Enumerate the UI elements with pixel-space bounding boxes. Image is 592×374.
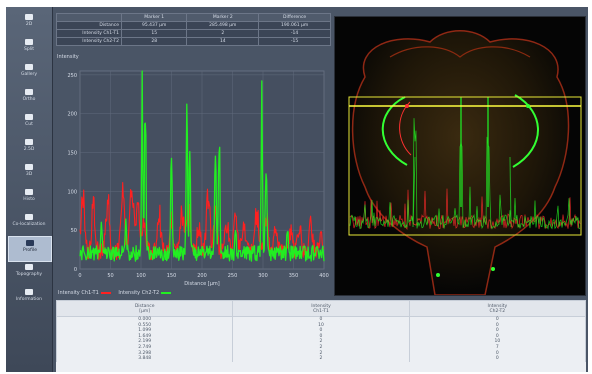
- sidebar-item-ortho[interactable]: Ortho: [8, 86, 50, 110]
- marker-table-cell: 285.498 µm: [186, 21, 260, 30]
- marker-table-row: Distance 95.437 µm 285.498 µm 190.061 µm: [56, 21, 331, 30]
- sidebar-item-label: Split: [24, 47, 34, 52]
- sidebar-item-3d[interactable]: 3D: [8, 161, 50, 185]
- sidebar-item-information[interactable]: Information: [8, 286, 50, 310]
- column-header[interactable]: Intensity Ch2-T2: [408, 300, 586, 317]
- sidebar-item-label: Information: [15, 297, 43, 302]
- marker-table-cell: 14: [186, 37, 260, 46]
- marker-table-cell: 28: [120, 37, 188, 46]
- x-tick-label: 50: [107, 273, 113, 279]
- y-tick-label: 250: [67, 73, 77, 79]
- sidebar-item-histo[interactable]: Histo: [8, 186, 50, 210]
- sidebar-item-profile[interactable]: Profile: [8, 236, 52, 262]
- chart-legend: Intensity Ch1-T1 Intensity Ch2-T2: [58, 290, 177, 296]
- marker-table-cell: -15: [258, 37, 331, 46]
- histogram-icon: [25, 189, 33, 195]
- sidebar-item-co-localization[interactable]: Co-localization: [8, 211, 50, 235]
- data-table-header: Distance [µm] Intensity Ch1-T1 Intensity Ch2-…: [56, 300, 586, 317]
- profile-data-table[interactable]: Distance [µm] Intensity Ch1-T1 Intensity Ch2-…: [56, 300, 586, 372]
- view-sidebar: 2D Split Gallery Ortho Cut 2.5D 3D Histo Co-loca…: [6, 7, 53, 372]
- x-tick-label: 250: [228, 273, 238, 279]
- marker-table-cell: 2: [186, 29, 260, 38]
- marker-table-cell: Marker 2: [186, 13, 260, 22]
- y-tick-label: 50: [71, 228, 77, 234]
- y-tick-label: 200: [67, 112, 77, 118]
- sidebar-item-gallery[interactable]: Gallery: [8, 61, 50, 85]
- x-tick-label: 400: [319, 273, 329, 279]
- y-tick-label: 100: [67, 189, 77, 195]
- marker-table-header: Marker 1 Marker 2 Difference: [56, 13, 331, 22]
- x-tick-label: 200: [197, 273, 207, 279]
- legend-ch2-label: Intensity Ch2-T2: [118, 290, 160, 296]
- marker-table-row: Intensity Ch2-T2 28 14 -15: [56, 37, 331, 46]
- sidebar-item-cut[interactable]: Cut: [8, 111, 50, 135]
- sidebar-item-label: Topography: [15, 272, 43, 277]
- sidebar-item-label: 2.5D: [23, 147, 35, 152]
- cube-icon: [25, 164, 33, 170]
- microscopy-image: [348, 30, 582, 295]
- sidebar-item-2d[interactable]: 2D: [8, 11, 50, 35]
- intensity-profile-chart[interactable]: 0 50 100 150 200 250 0 50 100 150 200 250 300 350 400 D…: [56, 59, 332, 289]
- sidebar-item-topography[interactable]: Topography: [8, 261, 50, 285]
- cut-icon: [25, 114, 33, 120]
- marker-table: Marker 1 Marker 2 Difference Distance 95.437…: [56, 13, 331, 46]
- table-row[interactable]: 3.848 2 0: [56, 356, 586, 362]
- split-icon: [25, 39, 33, 45]
- topography-icon: [25, 264, 33, 270]
- colocalization-icon: [25, 214, 33, 220]
- profile-icon: [26, 240, 34, 246]
- marker-table-cell: 15: [120, 29, 188, 38]
- x-tick-label: 350: [289, 273, 299, 279]
- marker-table-cell: [56, 13, 122, 22]
- legend-ch1-swatch: [100, 291, 111, 294]
- marker-table-cell: Marker 1: [120, 13, 188, 22]
- info-icon: [25, 289, 33, 295]
- x-tick-label: 100: [136, 273, 146, 279]
- image-view[interactable]: [334, 16, 586, 296]
- table-cell: 0: [408, 356, 586, 362]
- legend-ch2-swatch: [161, 291, 172, 294]
- marker-table-cell: 95.437 µm: [120, 21, 188, 30]
- sidebar-item-label: Cut: [25, 122, 33, 127]
- sidebar-item-label: 2D: [25, 22, 33, 27]
- y-tick-label: 0: [74, 267, 77, 273]
- x-tick-label: 300: [258, 273, 268, 279]
- x-axis-label: Distance [µm]: [184, 281, 219, 287]
- sidebar-item-label: Co-localization: [12, 222, 46, 227]
- y-tick-label: 150: [67, 151, 77, 157]
- sidebar-item-label: 3D: [25, 172, 33, 177]
- sidebar-item-split[interactable]: Split: [8, 36, 50, 60]
- legend-ch1-label: Intensity Ch1-T1: [58, 290, 99, 296]
- marker-table-row: Intensity Ch1-T1 15 2 -14: [56, 29, 331, 38]
- column-header[interactable]: Distance [µm]: [56, 300, 234, 317]
- x-tick-label: 150: [167, 273, 177, 279]
- zen-window: 2D Split Gallery Ortho Cut 2.5D 3D Histo Co-loca…: [6, 7, 588, 372]
- chart-svg: 0 50 100 150 200 250 0 50 100 150 200 250 300 350 400 D…: [67, 70, 329, 287]
- marker-table-cell: Difference: [258, 13, 331, 22]
- marker-table-cell: Distance: [56, 21, 122, 30]
- gallery-icon: [25, 64, 33, 70]
- marker-table-cell: 190.061 µm: [258, 21, 331, 30]
- marker-table-cell: -14: [258, 29, 331, 38]
- table-cell: 2: [232, 356, 410, 362]
- sidebar-item-label: Histo: [23, 197, 35, 202]
- marker-table-cell: Intensity Ch1-T1: [56, 29, 122, 38]
- sidebar-item-2-5d[interactable]: 2.5D: [8, 136, 50, 160]
- table-cell: 3.848: [56, 356, 234, 362]
- grid-icon: [25, 14, 33, 20]
- surface-icon: [25, 139, 33, 145]
- column-header[interactable]: Intensity Ch1-T1: [232, 300, 410, 317]
- sidebar-item-label: Gallery: [20, 72, 38, 77]
- sidebar-item-label: Profile: [23, 248, 37, 253]
- x-tick-label: 0: [78, 273, 81, 279]
- ortho-icon: [25, 89, 33, 95]
- sidebar-item-label: Ortho: [22, 97, 36, 102]
- marker-table-cell: Intensity Ch2-T2: [56, 37, 122, 46]
